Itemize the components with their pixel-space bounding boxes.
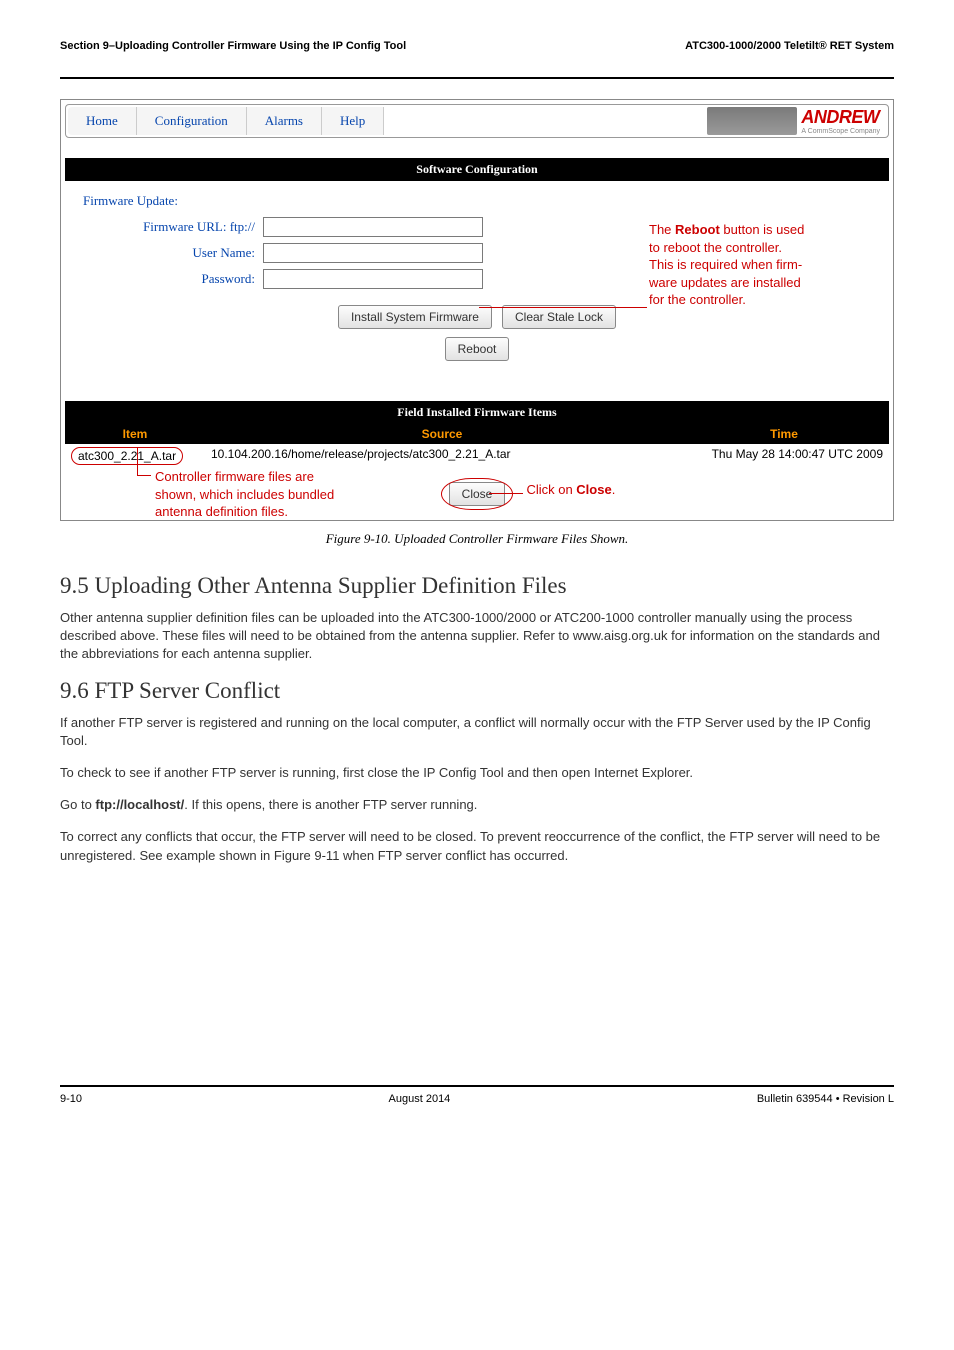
footer-date: August 2014 <box>389 1093 451 1105</box>
firmware-update-heading: Firmware Update: <box>83 193 871 209</box>
field-firmware-bar: Field Installed Firmware Items <box>65 401 889 424</box>
tab-alarms[interactable]: Alarms <box>247 107 322 135</box>
clear-stale-lock-button[interactable]: Clear Stale Lock <box>502 305 616 329</box>
firmware-url-label: Firmware URL: ftp:// <box>83 219 263 235</box>
software-config-bar: Software Configuration <box>65 158 889 181</box>
user-name-label: User Name: <box>83 245 263 261</box>
fw-table-header: Item Source Time <box>65 424 889 444</box>
col-item: Item <box>65 424 205 444</box>
figure-caption: Figure 9-10. Uploaded Controller Firmwar… <box>60 531 894 547</box>
section-9-6-p2: To check to see if another FTP server is… <box>60 764 894 782</box>
app-window: Home Configuration Alarms Help ANDREW A … <box>60 99 894 521</box>
brand-photo <box>707 107 797 135</box>
firmware-files-annotation: Controller firmware files are shown, whi… <box>155 468 415 521</box>
user-name-input[interactable] <box>263 243 483 263</box>
col-time: Time <box>679 424 889 444</box>
brand-area: ANDREW A CommScope Company <box>707 107 886 135</box>
tab-home[interactable]: Home <box>68 107 137 135</box>
reboot-button[interactable]: Reboot <box>445 337 510 361</box>
fw-time: Thu May 28 14:00:47 UTC 2009 <box>679 444 889 468</box>
install-firmware-button[interactable]: Install System Firmware <box>338 305 492 329</box>
section-9-6-p4: To correct any conflicts that occur, the… <box>60 828 894 864</box>
password-label: Password: <box>83 271 263 287</box>
close-button[interactable]: Close <box>449 482 506 506</box>
footer-bulletin: Bulletin 639544 • Revision L <box>757 1093 894 1105</box>
header-right: ATC300-1000/2000 Teletilt® RET System <box>685 40 894 52</box>
close-annotation: Click on Close. <box>526 482 615 497</box>
col-source: Source <box>205 424 679 444</box>
fw-item-highlight: atc300_2.21_A.tar <box>71 447 183 465</box>
password-input[interactable] <box>263 269 483 289</box>
section-9-5-heading: 9.5 Uploading Other Antenna Supplier Def… <box>60 573 894 599</box>
section-9-6-p1: If another FTP server is registered and … <box>60 714 894 750</box>
fw-source: 10.104.200.16/home/release/projects/atc3… <box>205 444 679 468</box>
section-9-6-heading: 9.6 FTP Server Conflict <box>60 678 894 704</box>
tab-bar: Home Configuration Alarms Help ANDREW A … <box>65 104 889 138</box>
tab-help[interactable]: Help <box>322 107 384 135</box>
software-config-form: Firmware Update: Firmware URL: ftp:// Us… <box>65 181 889 381</box>
close-row: Controller firmware files are shown, whi… <box>65 468 889 516</box>
reboot-annotation: The Reboot button is used to reboot the … <box>649 221 879 309</box>
footer-page: 9-10 <box>60 1093 82 1105</box>
brand-subtext: A CommScope Company <box>801 128 880 135</box>
header-rule <box>60 77 894 79</box>
firmware-url-input[interactable] <box>263 217 483 237</box>
section-9-6-p3: Go to ftp://localhost/. If this opens, t… <box>60 796 894 814</box>
header-left: Section 9–Uploading Controller Firmware … <box>60 40 406 52</box>
section-9-5-body: Other antenna supplier definition files … <box>60 609 894 664</box>
brand-logo-text: ANDREW <box>801 107 880 128</box>
tab-configuration[interactable]: Configuration <box>137 107 247 135</box>
fw-table-row: atc300_2.21_A.tar 10.104.200.16/home/rel… <box>65 444 889 468</box>
close-leader-line <box>489 493 523 494</box>
